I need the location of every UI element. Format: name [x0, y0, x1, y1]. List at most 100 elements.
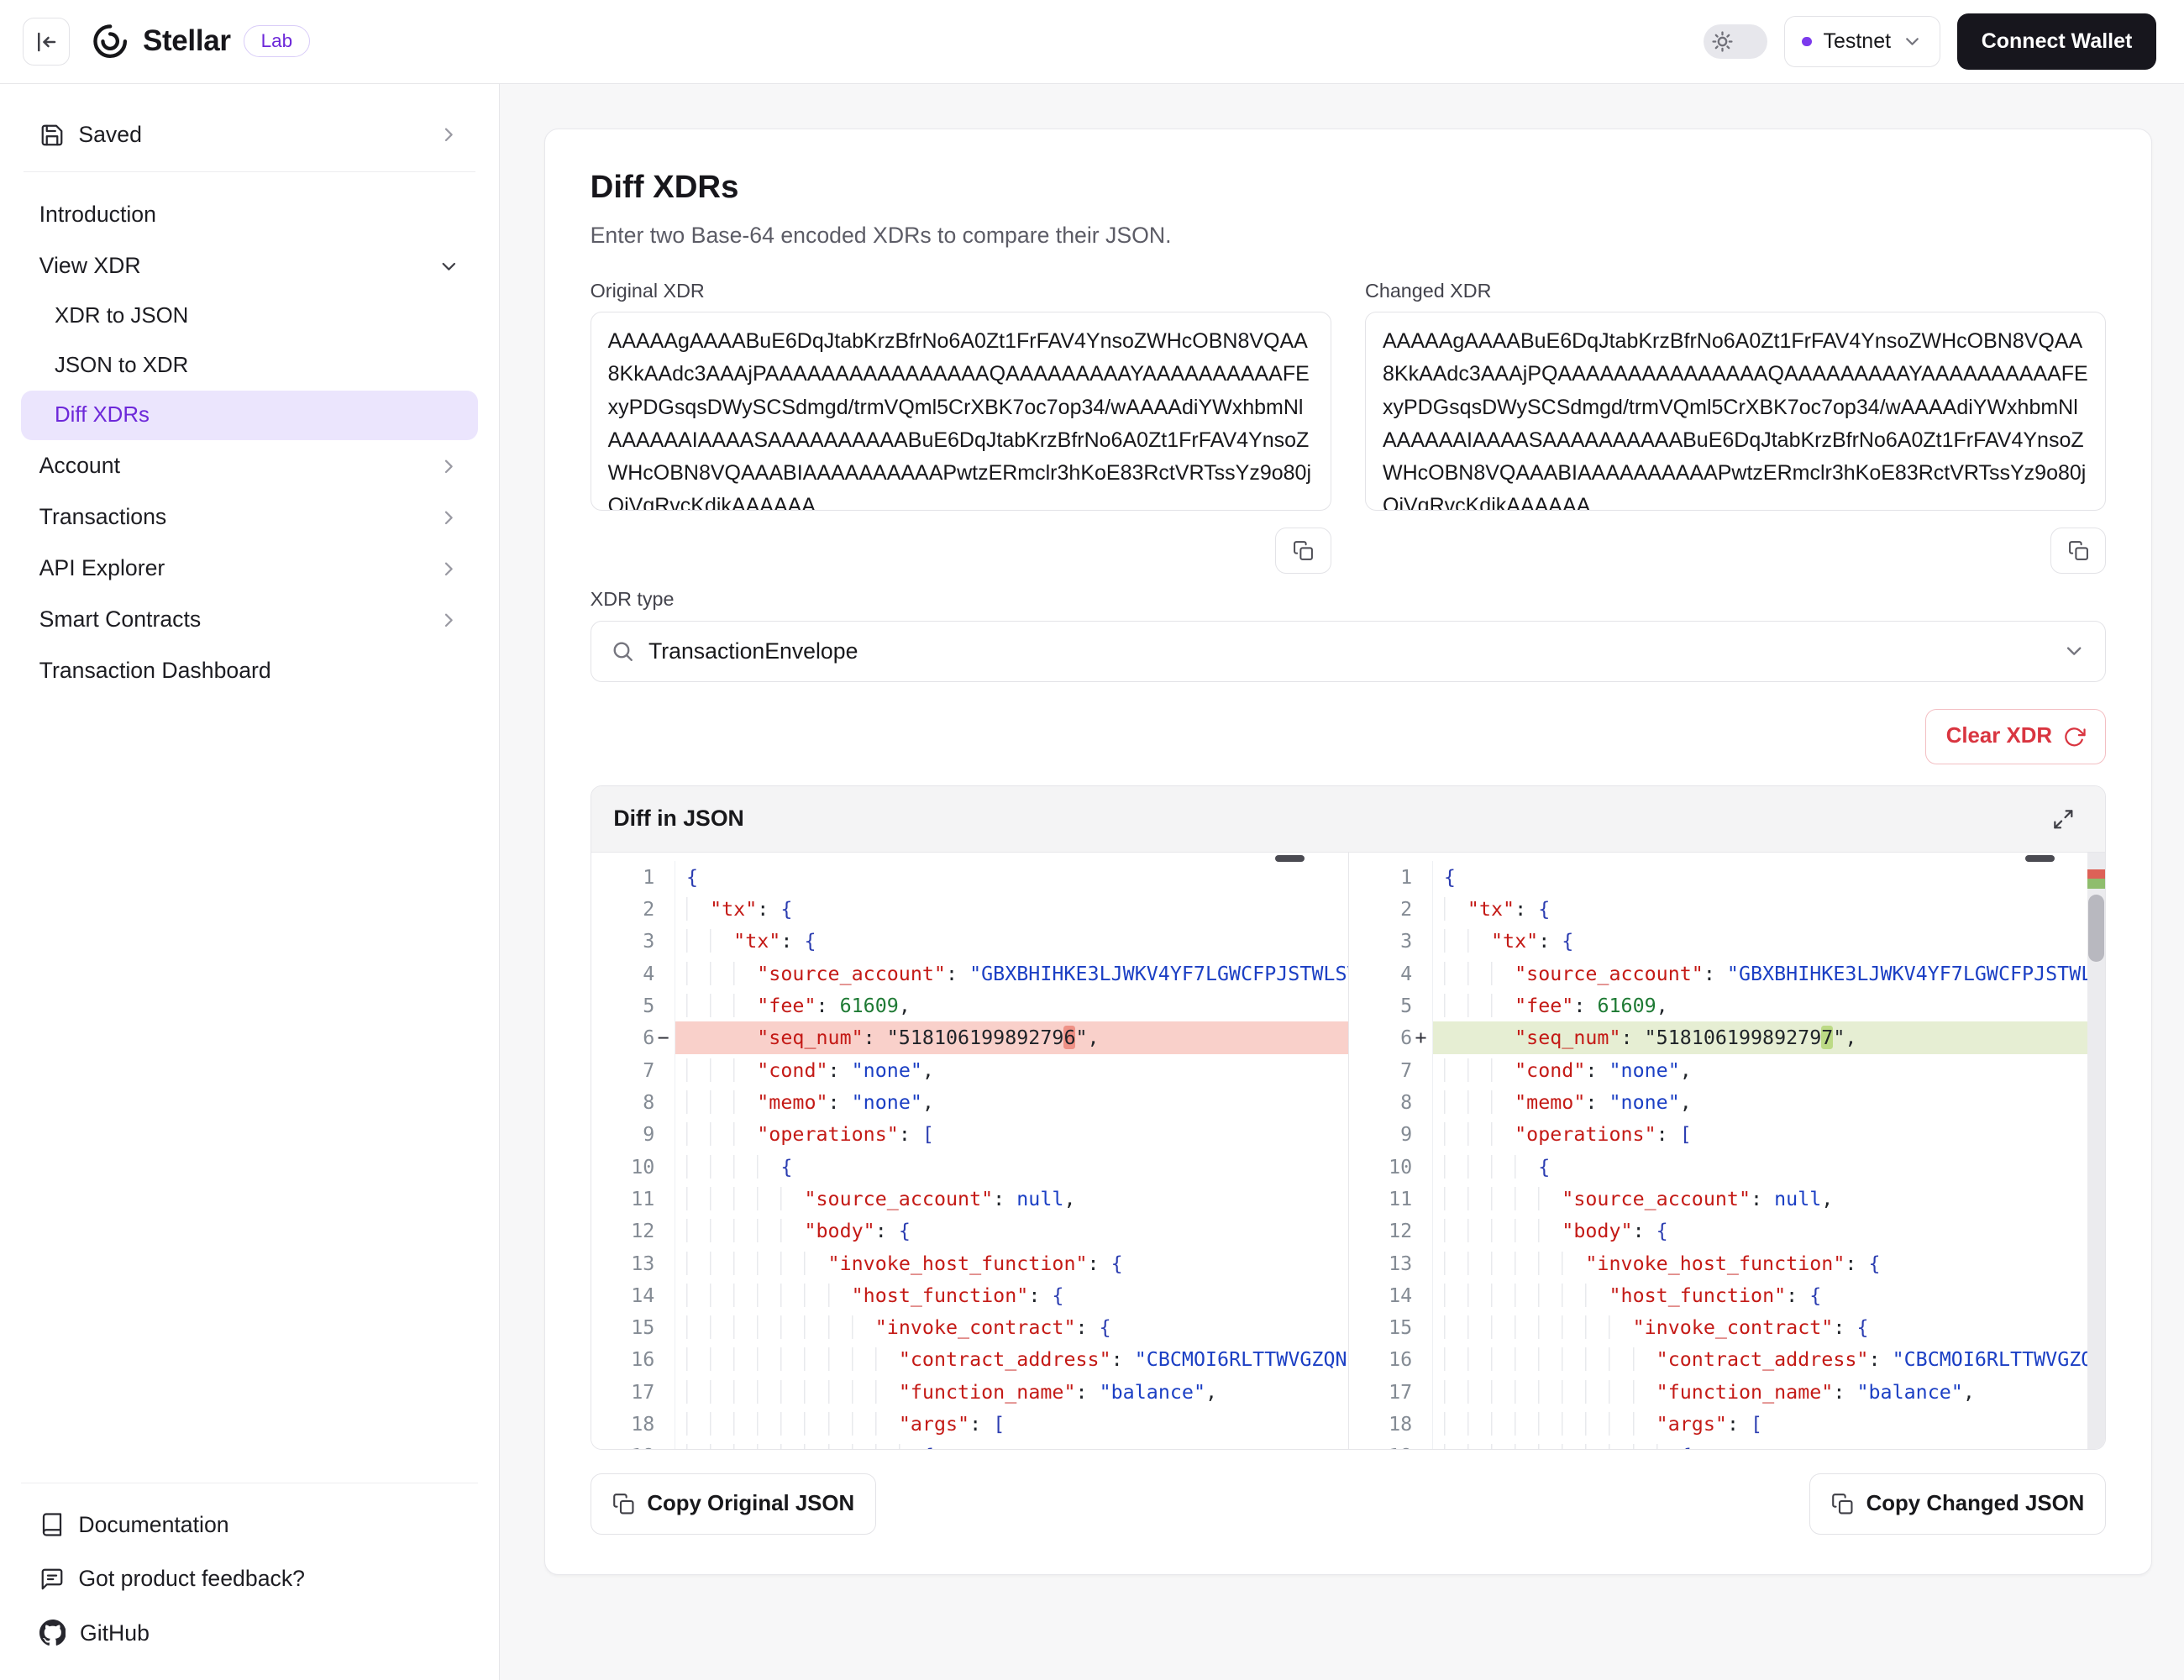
chevron-down-icon [2062, 639, 2086, 663]
sidebar-item-label: View XDR [39, 253, 423, 279]
diff-line: 11 "source_account": null, [1349, 1183, 2106, 1215]
xdr-type-select[interactable]: TransactionEnvelope [591, 621, 2107, 682]
brand[interactable]: Stellar Lab [90, 21, 311, 61]
clear-xdr-button[interactable]: Clear XDR [1925, 709, 2106, 765]
sidebar-item-account[interactable]: Account [21, 440, 478, 491]
sidebar-item-xdr-to-json[interactable]: XDR to JSON [21, 291, 478, 341]
clear-row: Clear XDR [591, 709, 2107, 765]
sidebar-item-transaction-dashboard[interactable]: Transaction Dashboard [21, 645, 478, 696]
sidebar-divider [24, 171, 475, 172]
refresh-icon [2063, 726, 2086, 748]
diff-pane-changed[interactable]: 1{2 "tx": {3 "tx": {4 "source_account": … [1348, 853, 2106, 1449]
sidebar-item-label: Transactions [39, 504, 423, 530]
top-bar-left: Stellar Lab [23, 18, 311, 66]
copy-changed-json-button[interactable]: Copy Changed JSON [1809, 1473, 2106, 1535]
top-bar-right: Testnet Connect Wallet [1704, 13, 2156, 70]
diff-line: 1{ [1349, 861, 2106, 893]
sidebar-item-api-explorer[interactable]: API Explorer [21, 543, 478, 594]
diff-line: 4 "source_account": "GBXBHIHKE3LJWKV4YF7… [1349, 958, 2106, 990]
sidebar-item-label: Saved [78, 122, 423, 148]
copy-icon [2068, 540, 2089, 561]
sidebar-item-smart-contracts[interactable]: Smart Contracts [21, 594, 478, 645]
copy-original-json-label: Copy Original JSON [647, 1492, 854, 1516]
collapse-left-icon [34, 29, 59, 55]
brand-name: Stellar [143, 24, 231, 58]
changed-xdr-label: Changed XDR [1365, 280, 2106, 302]
sidebar-item-label: Got product feedback? [78, 1566, 459, 1592]
sidebar-item-label: GitHub [80, 1620, 459, 1646]
copy-icon [1293, 540, 1314, 561]
chevron-right-icon [438, 455, 460, 478]
diff-line: 2 "tx": { [591, 893, 1348, 925]
diff-scrollbar[interactable] [2087, 853, 2106, 1449]
diff-line: 10 { [591, 1151, 1348, 1183]
diff-xdrs-card: Diff XDRs Enter two Base-64 encoded XDRs… [544, 129, 2151, 1575]
page-subtitle: Enter two Base-64 encoded XDRs to compar… [591, 223, 2107, 249]
copy-row [1365, 528, 2106, 574]
sidebar-item-label: JSON to XDR [55, 354, 459, 378]
xdr-type-value: TransactionEnvelope [648, 638, 2048, 664]
copy-json-row: Copy Original JSON Copy Changed JSON [591, 1473, 2107, 1535]
sidebar-item-diff-xdrs[interactable]: Diff XDRs [21, 391, 478, 440]
sidebar-item-documentation[interactable]: Documentation [21, 1498, 478, 1551]
chevron-right-icon [438, 507, 460, 529]
network-status-dot [1802, 37, 1812, 47]
changed-xdr-textarea[interactable]: AAAAAgAAAABuE6DqJtabKrzBfrNo6A0Zt1FrFAV4… [1365, 312, 2106, 511]
vertical-scrollbar-thumb[interactable] [2088, 895, 2103, 962]
horizontal-scrollbar-thumb[interactable] [2025, 855, 2055, 862]
shell: Saved Introduction View XDR XDR to [0, 84, 2184, 1680]
network-select[interactable]: Testnet [1784, 16, 1940, 68]
diff-line: 19 { [591, 1440, 1348, 1448]
sidebar-item-github[interactable]: GitHub [21, 1606, 478, 1661]
diff-line: 13 "invoke_host_function": { [1349, 1247, 2106, 1279]
chevron-down-icon [1902, 31, 1923, 52]
top-bar: Stellar Lab Testnet Connect Wallet [0, 0, 2184, 84]
diff-line: 1{ [591, 861, 1348, 893]
main-content: Diff XDRs Enter two Base-64 encoded XDRs… [500, 84, 2184, 1680]
original-xdr-label: Original XDR [591, 280, 1331, 302]
diff-line: 4 "source_account": "GBXBHIHKE3LJWKV4YF7… [591, 958, 1348, 990]
diff-line: 14 "host_function": { [591, 1279, 1348, 1311]
sidebar-item-label: Diff XDRs [55, 403, 459, 428]
sidebar-item-label: API Explorer [39, 555, 423, 581]
diff-line: 16 "contract_address": "CBCMOI6RLTTWVGZQ… [1349, 1343, 2106, 1375]
diff-line: 15 "invoke_contract": { [591, 1311, 1348, 1343]
sidebar-item-feedback[interactable]: Got product feedback? [21, 1551, 478, 1605]
diff-line: 9 "operations": [ [591, 1118, 1348, 1150]
sidebar-item-transactions[interactable]: Transactions [21, 491, 478, 543]
diff-line: 9 "operations": [ [1349, 1118, 2106, 1150]
sidebar-nav: Saved Introduction View XDR XDR to [21, 109, 478, 696]
expand-icon [2052, 808, 2075, 831]
xdr-type-label: XDR type [591, 588, 2107, 611]
chevron-right-icon [438, 558, 460, 580]
diff-line: 12 "body": { [1349, 1215, 2106, 1247]
network-name: Testnet [1823, 29, 1891, 54]
copy-original-json-button[interactable]: Copy Original JSON [591, 1473, 877, 1535]
sidebar-item-label: XDR to JSON [55, 304, 459, 328]
original-xdr-textarea[interactable]: AAAAAgAAAABuE6DqJtabKrzBfrNo6A0Zt1FrFAV4… [591, 312, 1331, 511]
sidebar-item-label: Introduction [39, 202, 460, 228]
diff-line: 7 "cond": "none", [591, 1054, 1348, 1086]
app-root: Stellar Lab Testnet Connect Wallet [0, 0, 2184, 1680]
sidebar-item-json-to-xdr[interactable]: JSON to XDR [21, 341, 478, 391]
connect-wallet-button[interactable]: Connect Wallet [1957, 13, 2155, 70]
sidebar-item-view-xdr[interactable]: View XDR [21, 240, 478, 291]
diff-line: 15 "invoke_contract": { [1349, 1311, 2106, 1343]
sidebar-item-label: Transaction Dashboard [39, 658, 460, 684]
horizontal-scrollbar-thumb[interactable] [1275, 855, 1305, 862]
diff-pane-original[interactable]: 1{2 "tx": {3 "tx": {4 "source_account": … [591, 853, 1348, 1449]
sidebar-item-saved[interactable]: Saved [21, 109, 478, 160]
sidebar: Saved Introduction View XDR XDR to [0, 84, 500, 1680]
copy-original-xdr-button[interactable] [1275, 528, 1331, 574]
diff-panel-title: Diff in JSON [613, 806, 744, 832]
expand-diff-button[interactable] [2044, 800, 2083, 839]
diff-line: 11 "source_account": null, [591, 1183, 1348, 1215]
sidebar-item-introduction[interactable]: Introduction [21, 189, 478, 240]
chevron-down-icon [438, 255, 460, 278]
theme-toggle[interactable] [1704, 24, 1768, 60]
diff-line: 18 "args": [ [1349, 1408, 2106, 1440]
copy-changed-xdr-button[interactable] [2050, 528, 2107, 574]
diff-panel: Diff in JSON 1{2 "tx": {3 "tx": {4 "sour… [591, 785, 2107, 1449]
collapse-sidebar-button[interactable] [23, 18, 71, 66]
search-icon [611, 639, 634, 663]
